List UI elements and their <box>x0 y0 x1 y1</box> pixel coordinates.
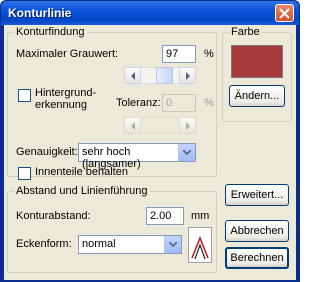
corner-shape-preview <box>188 227 212 263</box>
max-grauwert-slider[interactable] <box>124 67 196 84</box>
aendern-button[interactable]: Ändern... <box>229 85 285 107</box>
arrow-right-icon <box>186 122 190 130</box>
toleranz-slider[interactable] <box>124 117 196 134</box>
arrow-left-icon <box>131 122 135 130</box>
close-button[interactable] <box>275 4 294 22</box>
genauigkeit-label: Genauigkeit: <box>16 146 78 158</box>
eckenform-dropdown-button[interactable] <box>164 236 181 253</box>
abbrechen-button[interactable]: Abbrechen <box>225 220 289 242</box>
hintergrund-label-line1: Hintergrund- <box>35 87 97 99</box>
farbe-group: Farbe Ändern... <box>222 26 292 122</box>
hintergrund-checkbox[interactable] <box>18 89 31 102</box>
toleranz-unit: % <box>204 97 214 109</box>
max-grauwert-input[interactable]: 97 <box>162 45 196 63</box>
toleranz-label: Toleranz: <box>116 97 161 109</box>
konturfindung-legend: Konturfindung <box>14 26 87 38</box>
slider-thumb[interactable] <box>156 67 173 84</box>
abstand-legend: Abstand und Linienführung <box>14 185 150 197</box>
berechnen-button[interactable]: Berechnen <box>225 247 289 269</box>
konturabstand-label: Konturabstand: <box>16 210 91 222</box>
close-icon <box>279 8 290 19</box>
slider-right-button[interactable] <box>179 67 196 84</box>
title-bar[interactable]: Konturlinie <box>1 1 299 25</box>
erweitert-button[interactable]: Erweitert... <box>225 184 289 206</box>
toleranz-slider-left-button[interactable] <box>124 117 141 134</box>
max-grauwert-label: Maximaler Grauwert: <box>16 48 119 60</box>
toleranz-slider-right-button[interactable] <box>179 117 196 134</box>
konturabstand-input[interactable]: 2.00 <box>146 207 184 225</box>
dialog-client: Konturfindung Maximaler Grauwert: 97 % H… <box>4 25 296 280</box>
abstand-group: Abstand und Linienführung Konturabstand:… <box>7 185 217 273</box>
arrow-left-icon <box>131 72 135 80</box>
chevron-down-icon <box>169 242 177 247</box>
chevron-down-icon <box>183 150 191 155</box>
corner-shape-icon <box>191 235 209 260</box>
konturfindung-group: Konturfindung Maximaler Grauwert: 97 % H… <box>7 26 217 180</box>
max-grauwert-unit: % <box>204 48 214 60</box>
innenteile-label: Innenteile behalten <box>35 166 128 178</box>
farbe-legend: Farbe <box>229 26 262 38</box>
arrow-right-icon <box>186 72 190 80</box>
slider-left-button[interactable] <box>124 67 141 84</box>
dialog-window: Konturlinie Konturfindung Maximaler Grau… <box>0 0 300 282</box>
color-swatch[interactable] <box>231 45 283 78</box>
eckenform-label: Eckenform: <box>16 238 72 250</box>
window-title: Konturlinie <box>8 6 72 20</box>
genauigkeit-dropdown-button[interactable] <box>178 144 195 161</box>
eckenform-select[interactable]: normal <box>78 235 182 254</box>
konturabstand-unit: mm <box>191 210 210 222</box>
toleranz-input[interactable]: 0 <box>162 94 196 112</box>
eckenform-value: normal <box>82 238 116 250</box>
hintergrund-label-line2: erkennung <box>35 99 87 111</box>
genauigkeit-select[interactable]: sehr hoch (langsamer) <box>78 143 196 170</box>
innenteile-checkbox[interactable] <box>18 167 31 180</box>
